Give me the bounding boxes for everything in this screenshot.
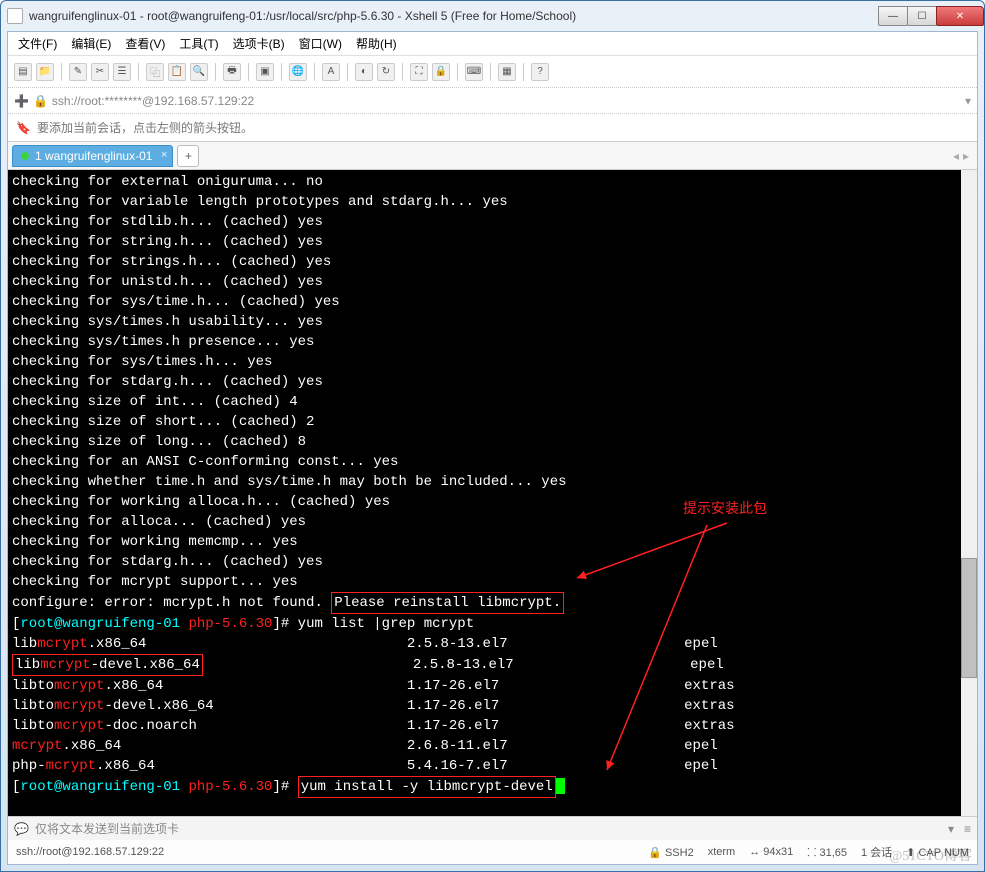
new-tab-button[interactable]: + <box>177 145 199 167</box>
launch-icon[interactable]: ▦ <box>498 63 516 81</box>
paste-icon[interactable]: 📋 <box>168 63 186 81</box>
menu-tool[interactable]: 工具(T) <box>173 33 224 54</box>
status-conn: ssh://root@192.168.57.129:22 <box>16 846 164 858</box>
arrow-2-icon <box>597 520 717 780</box>
status-ssh: SSH2 <box>665 847 694 859</box>
refresh-icon[interactable]: ↻ <box>377 63 395 81</box>
menu-window[interactable]: 窗口(W) <box>293 33 348 54</box>
lock-icon[interactable]: 🔒 <box>432 63 450 81</box>
toolbar: ▤ 📁 ✎ ✂ ☰ ⿻ 📋 🔍 🖶 ▣ 🌐 A ◐ ↻ ⛶ 🔒 ⌨ <box>8 56 977 88</box>
disconnect-icon[interactable]: ✂ <box>91 63 109 81</box>
annotation-text: 提示安装此包 <box>683 500 767 520</box>
scrollbar-thumb[interactable] <box>961 558 977 678</box>
fullscreen-icon[interactable]: ⛶ <box>410 63 428 81</box>
next-tab-icon[interactable]: ▸ <box>963 149 969 163</box>
encode-icon[interactable]: ◐ <box>355 63 373 81</box>
add-arrow-icon[interactable]: ➕ <box>14 94 29 108</box>
keyboard-icon[interactable]: ⌨ <box>465 63 483 81</box>
font-icon[interactable]: A <box>322 63 340 81</box>
status-bar-1: 💬 仅将文本发送到当前选项卡 ▾ ≡ <box>8 816 977 840</box>
new-icon[interactable]: ▤ <box>14 63 32 81</box>
properties-icon[interactable]: ☰ <box>113 63 131 81</box>
screen-icon[interactable]: ▣ <box>256 63 274 81</box>
tabbar: 1 wangruifenglinux-01 × + ◂ ▸ <box>8 142 977 170</box>
prev-tab-icon[interactable]: ◂ <box>953 149 959 163</box>
menu-file[interactable]: 文件(F) <box>12 33 63 54</box>
status-sess: 1 会话 <box>861 844 892 860</box>
sendto-icon: 💬 <box>14 822 29 836</box>
status-bar-2: ssh://root@192.168.57.129:22 🔒 SSH2 xter… <box>8 840 977 864</box>
window-title: wangruifenglinux-01 - root@wangruifeng-0… <box>29 9 576 23</box>
app-icon <box>7 8 23 24</box>
status-dot-icon <box>21 152 29 160</box>
minimize-button[interactable]: — <box>878 6 908 26</box>
address-bar: ➕ 🔒 ssh://root:********@192.168.57.129:2… <box>8 88 977 114</box>
address-dropdown-icon[interactable]: ▾ <box>965 94 971 108</box>
tab-label: 1 wangruifenglinux-01 <box>35 149 152 163</box>
lock-indicator-icon: 🔒 <box>33 94 48 108</box>
status-menu-icon[interactable]: ≡ <box>964 822 971 836</box>
status-term: xterm <box>708 846 736 858</box>
status1-text: 仅将文本发送到当前选项卡 <box>35 820 179 837</box>
session-tab[interactable]: 1 wangruifenglinux-01 × <box>12 145 173 167</box>
terminal[interactable]: checking for external oniguruma... no ch… <box>8 170 977 816</box>
hint-bar: 🔖 要添加当前会话，点击左侧的箭头按钮。 <box>8 114 977 142</box>
address-text: ssh://root:********@192.168.57.129:22 <box>52 94 254 108</box>
watermark: @51CTO博客 <box>889 845 972 865</box>
find-icon[interactable]: 🔍 <box>190 63 208 81</box>
hint-text: 要添加当前会话，点击左侧的箭头按钮。 <box>37 119 253 136</box>
titlebar: wangruifenglinux-01 - root@wangruifeng-0… <box>1 1 984 31</box>
menu-view[interactable]: 查看(V) <box>119 33 171 54</box>
globe-icon[interactable]: 🌐 <box>289 63 307 81</box>
close-button[interactable]: ✕ <box>936 6 984 26</box>
menu-help[interactable]: 帮助(H) <box>350 33 403 54</box>
terminal-output: checking for external oniguruma... no ch… <box>12 172 973 798</box>
status-dropdown-icon[interactable]: ▾ <box>948 822 954 836</box>
status-pos: 31,65 <box>819 847 847 859</box>
print-icon[interactable]: 🖶 <box>223 63 241 81</box>
scrollbar[interactable] <box>961 170 977 816</box>
open-icon[interactable]: 📁 <box>36 63 54 81</box>
help-icon[interactable]: ? <box>531 63 549 81</box>
bookmark-icon[interactable]: 🔖 <box>16 121 31 135</box>
connect-icon[interactable]: ✎ <box>69 63 87 81</box>
maximize-button[interactable]: ☐ <box>907 6 937 26</box>
copy-icon[interactable]: ⿻ <box>146 63 164 81</box>
menubar: 文件(F) 编辑(E) 查看(V) 工具(T) 选项卡(B) 窗口(W) 帮助(… <box>8 32 977 56</box>
menu-tab[interactable]: 选项卡(B) <box>227 33 291 54</box>
status-size: 94x31 <box>763 846 793 858</box>
tab-close-icon[interactable]: × <box>161 149 167 161</box>
menu-edit[interactable]: 编辑(E) <box>65 33 117 54</box>
